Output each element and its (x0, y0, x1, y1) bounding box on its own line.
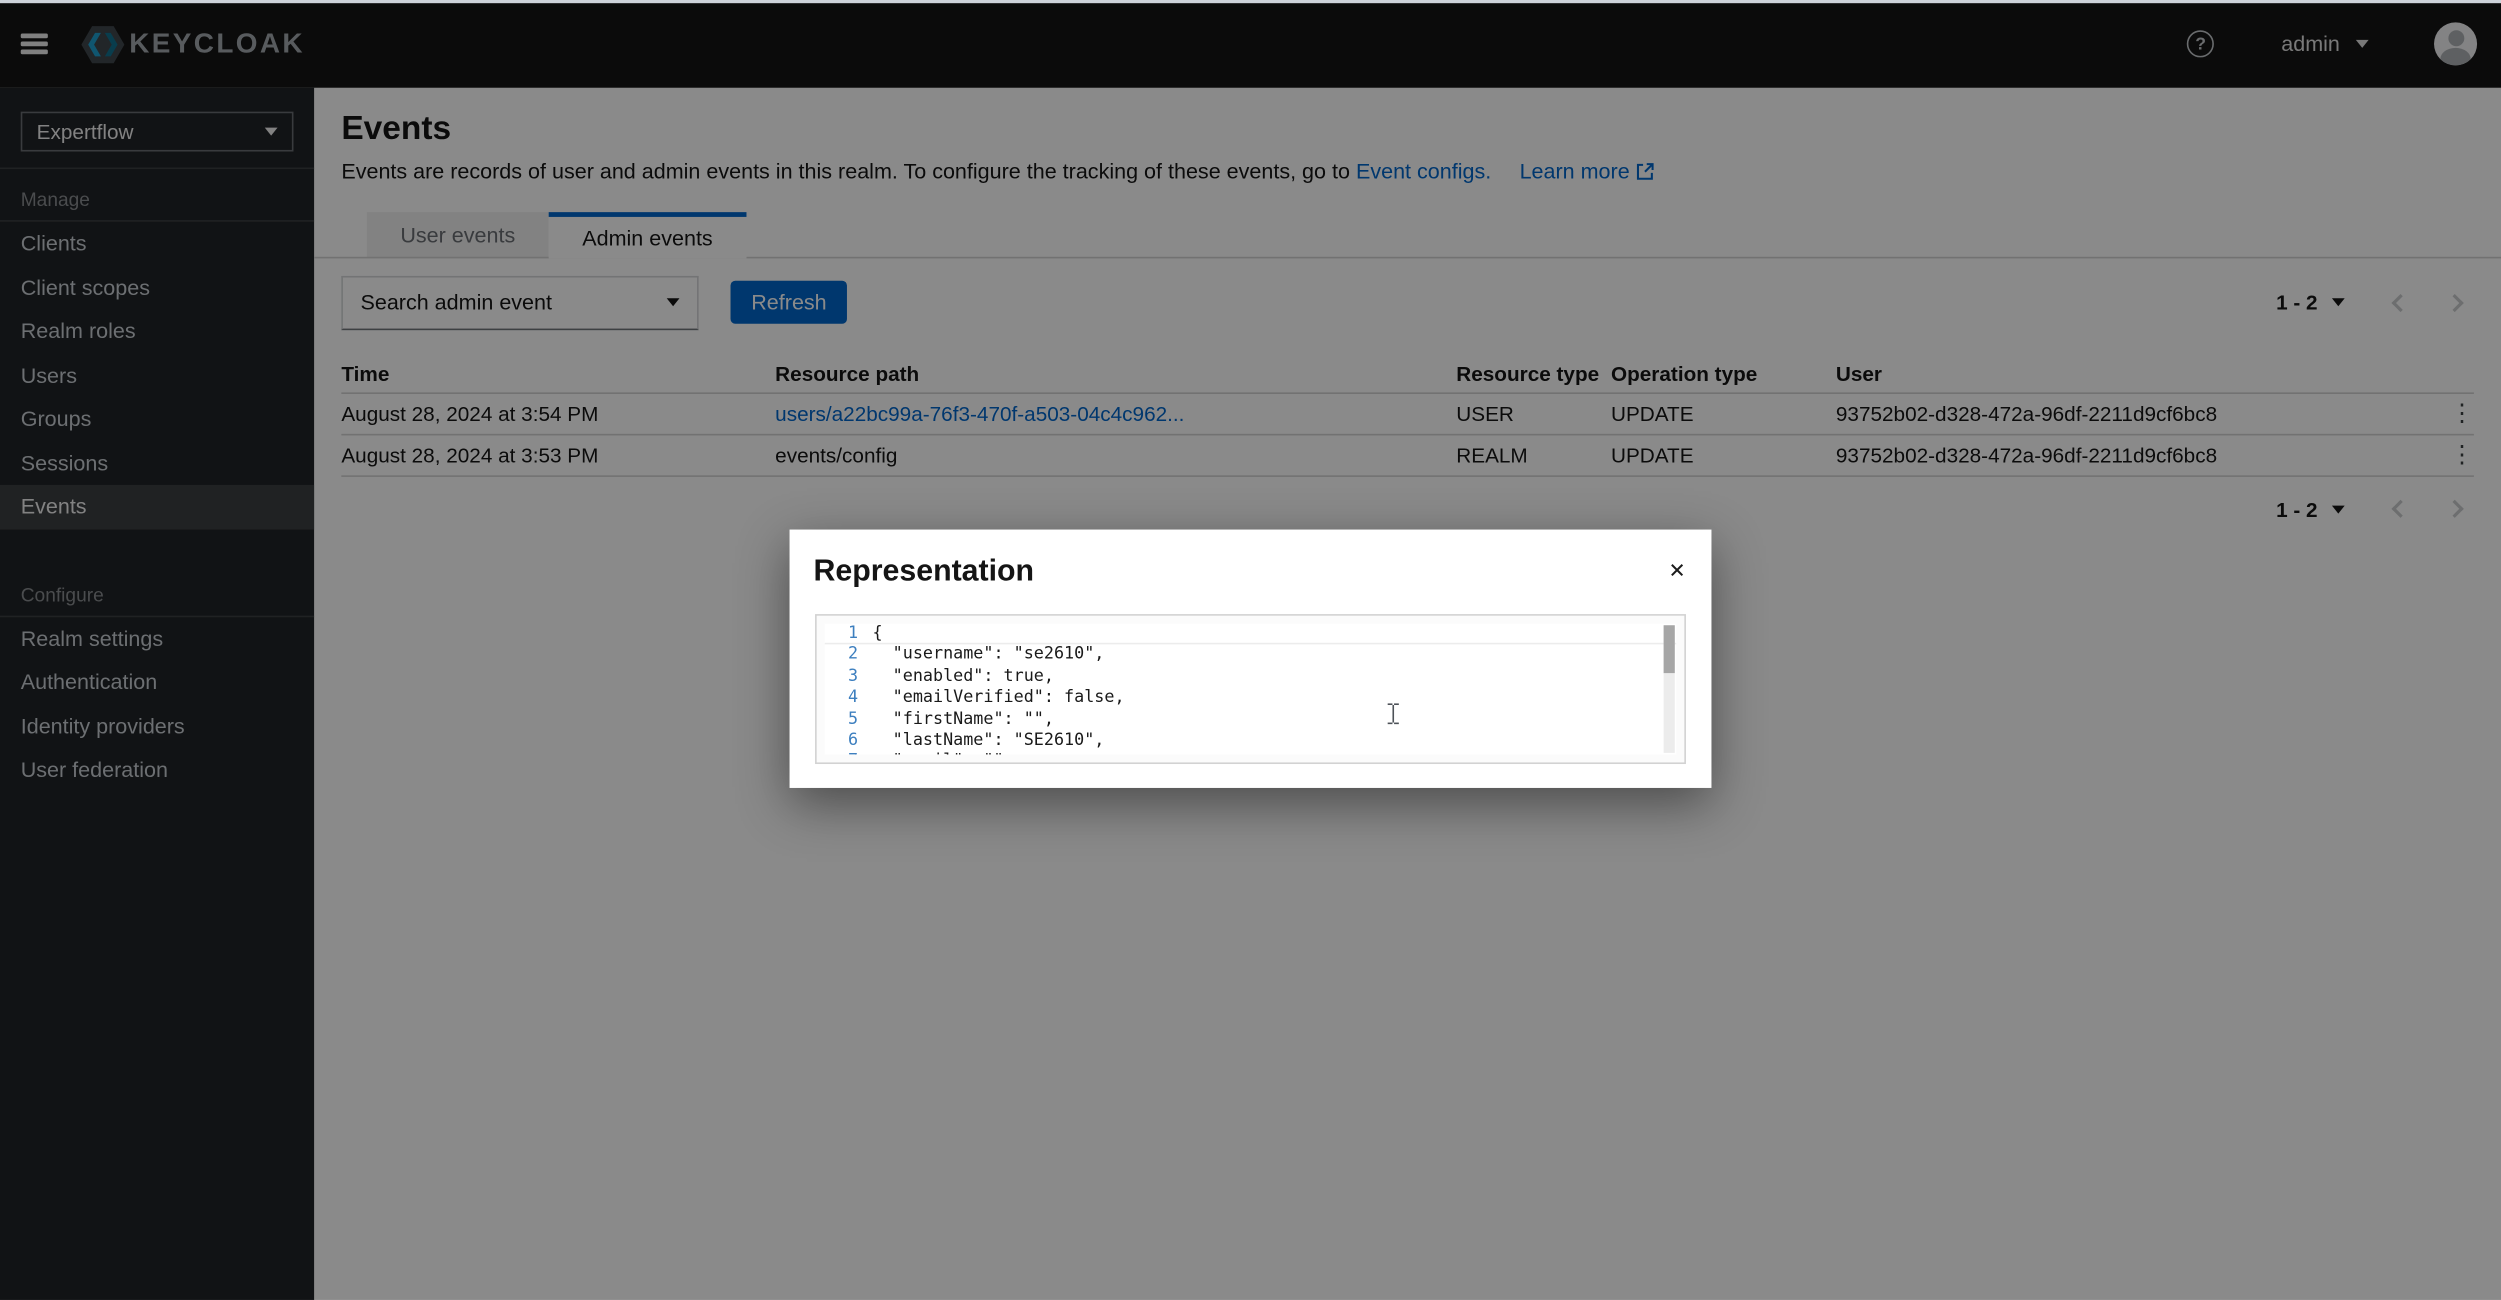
modal-title: Representation (813, 555, 1034, 590)
code-text: "emailVerified": false, (872, 688, 1124, 709)
code-text: "username": "se2610", (872, 645, 1104, 666)
code-text: "firstName": "", (872, 709, 1054, 730)
line-number: 4 (825, 688, 873, 709)
code-text: "enabled": true, (872, 666, 1054, 687)
code-line: 7 "email": "", (825, 752, 1677, 755)
code-editor[interactable]: 1{ 2 "username": "se2610", 3 "enabled": … (825, 624, 1677, 755)
editor-scrollbar (1664, 625, 1675, 753)
line-number: 2 (825, 645, 873, 666)
window-top-edge (0, 0, 2501, 3)
code-line: 1{ (825, 624, 1677, 645)
code-text: "email": "", (872, 752, 1013, 755)
code-line: 5 "firstName": "", (825, 709, 1677, 730)
code-text: "lastName": "SE2610", (872, 730, 1104, 751)
code-line: 2 "username": "se2610", (825, 645, 1677, 666)
representation-modal: Representation ✕ 1{ 2 "username": "se261… (790, 530, 1712, 788)
line-number: 5 (825, 709, 873, 730)
code-line: 6 "lastName": "SE2610", (825, 730, 1677, 751)
keycloak-admin-console: KEYCLOAK ? admin Expertflow Manage Clien… (0, 0, 2501, 1300)
line-number: 3 (825, 666, 873, 687)
code-line: 3 "enabled": true, (825, 666, 1677, 687)
code-editor-frame: 1{ 2 "username": "se2610", 3 "enabled": … (815, 614, 1686, 764)
scrollbar-thumb[interactable] (1664, 625, 1675, 673)
code-line: 4 "emailVerified": false, (825, 688, 1677, 709)
text-cursor (1386, 703, 1400, 724)
close-icon[interactable]: ✕ (1669, 560, 1686, 581)
line-number: 1 (825, 624, 873, 644)
line-number: 6 (825, 730, 873, 751)
line-number: 7 (825, 752, 873, 755)
code-text: { (872, 624, 882, 644)
